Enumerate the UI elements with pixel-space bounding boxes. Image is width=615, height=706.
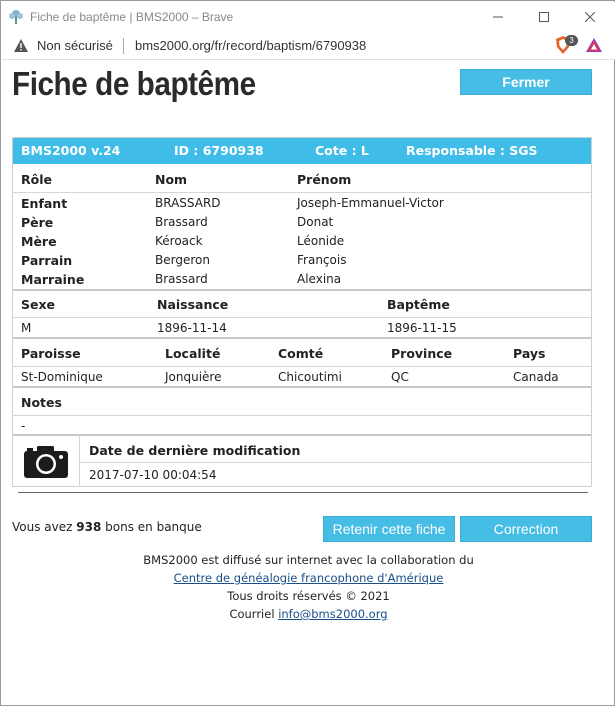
shield-count-badge: 3 xyxy=(565,35,578,46)
cote-label: Cote : L xyxy=(315,143,369,158)
security-status[interactable]: Non sécurisé xyxy=(37,38,113,53)
record-header: BMS2000 v.24 ID : 6790938 Cote : L Respo… xyxy=(13,138,591,164)
section-divider xyxy=(13,386,591,388)
bank-balance: Vous avez 938 bons en banque xyxy=(12,520,202,534)
photo-cell[interactable] xyxy=(13,436,80,487)
bank-count: 938 xyxy=(76,520,102,534)
bank-suffix: bons en banque xyxy=(105,520,202,534)
col-localite-header: Localité xyxy=(165,346,221,361)
close-window-button[interactable] xyxy=(567,2,613,32)
person-prenom: Alexina xyxy=(297,272,342,286)
col-role-header: Rôle xyxy=(21,172,52,187)
pays-value: Canada xyxy=(513,370,559,384)
row-divider xyxy=(13,317,591,318)
footer-email-row: Courriel info@bms2000.org xyxy=(1,607,615,621)
window-title: Fiche de baptême | BMS2000 – Brave xyxy=(30,10,234,24)
person-nom: Brassard xyxy=(155,272,208,286)
responsable-label: Responsable : SGS xyxy=(406,143,538,158)
person-role: Marraine xyxy=(21,272,85,287)
record-id: ID : 6790938 xyxy=(174,143,264,158)
person-prenom: Léonide xyxy=(297,234,345,248)
section-divider xyxy=(13,434,591,436)
person-role: Enfant xyxy=(21,196,68,211)
person-nom: Brassard xyxy=(155,215,208,229)
notes-value: - xyxy=(21,419,26,433)
person-nom: Bergeron xyxy=(155,253,210,267)
province-value: QC xyxy=(391,370,409,384)
record-card: BMS2000 v.24 ID : 6790938 Cote : L Respo… xyxy=(12,137,592,487)
address-separator xyxy=(123,38,124,54)
person-prenom: François xyxy=(297,253,347,267)
col-paroisse-header: Paroisse xyxy=(21,346,81,361)
email-link[interactable]: info@bms2000.org xyxy=(278,607,387,621)
row-divider xyxy=(80,462,591,463)
col-province-header: Province xyxy=(391,346,453,361)
col-prenom-header: Prénom xyxy=(297,172,352,187)
comte-value: Chicoutimi xyxy=(278,370,342,384)
correction-button[interactable]: Correction xyxy=(460,516,592,542)
close-icon xyxy=(585,12,595,22)
content-divider xyxy=(18,492,588,493)
row-divider xyxy=(13,415,591,416)
minimize-icon xyxy=(493,16,503,18)
section-divider xyxy=(13,289,591,291)
person-role: Père xyxy=(21,215,54,230)
col-pays-header: Pays xyxy=(513,346,546,361)
col-bapteme-header: Baptême xyxy=(387,297,450,312)
person-prenom: Joseph-Emmanuel-Victor xyxy=(297,196,444,210)
warning-icon[interactable] xyxy=(14,39,28,52)
tree-app-icon xyxy=(9,10,23,24)
col-naissance-header: Naissance xyxy=(157,297,229,312)
genealogy-center-link[interactable]: Centre de généalogie francophone d'Améri… xyxy=(174,571,444,585)
address-bar[interactable]: Non sécurisé bms2000.org/fr/record/bapti… xyxy=(2,32,615,60)
title-bar: Fiche de baptême | BMS2000 – Brave xyxy=(2,2,615,32)
notes-header: Notes xyxy=(21,395,62,410)
footer-link-row: Centre de généalogie francophone d'Améri… xyxy=(1,571,615,585)
person-nom: BRASSARD xyxy=(155,196,221,210)
footer-rights: Tous droits réservés © 2021 xyxy=(227,589,390,603)
row-divider xyxy=(13,192,591,193)
person-nom: Kéroack xyxy=(155,234,203,248)
email-label: Courriel xyxy=(229,607,275,621)
url-field[interactable]: bms2000.org/fr/record/baptism/6790938 xyxy=(135,38,366,53)
person-prenom: Donat xyxy=(297,215,334,229)
version-label: BMS2000 v.24 xyxy=(21,143,121,158)
retain-record-button[interactable]: Retenir cette fiche xyxy=(323,516,455,542)
person-role: Parrain xyxy=(21,253,73,268)
footer-line: BMS2000 est diffusé sur internet avec la… xyxy=(143,553,474,567)
row-divider xyxy=(13,366,591,367)
maximize-button[interactable] xyxy=(521,2,567,32)
person-role: Mère xyxy=(21,234,57,249)
camera-icon[interactable] xyxy=(24,446,68,478)
rewards-triangle-icon[interactable] xyxy=(586,38,602,52)
modified-value: 2017-07-10 00:04:54 xyxy=(89,468,217,482)
col-sexe-header: Sexe xyxy=(21,297,56,312)
col-comte-header: Comté xyxy=(278,346,324,361)
sexe-value: M xyxy=(21,321,32,335)
bapteme-value: 1896-11-15 xyxy=(387,321,457,335)
bank-prefix: Vous avez xyxy=(12,520,73,534)
section-divider xyxy=(13,337,591,339)
close-button[interactable]: Fermer xyxy=(460,69,592,95)
localite-value: Jonquière xyxy=(165,370,222,384)
maximize-icon xyxy=(539,12,549,22)
modified-header: Date de dernière modification xyxy=(89,443,301,458)
paroisse-value: St-Dominique xyxy=(21,370,103,384)
naissance-value: 1896-11-14 xyxy=(157,321,227,335)
page-title: Fiche de baptême xyxy=(12,65,256,102)
col-nom-header: Nom xyxy=(155,172,188,187)
browser-window: Fiche de baptême | BMS2000 – Brave Non s… xyxy=(0,0,615,706)
minimize-button[interactable] xyxy=(475,2,521,32)
